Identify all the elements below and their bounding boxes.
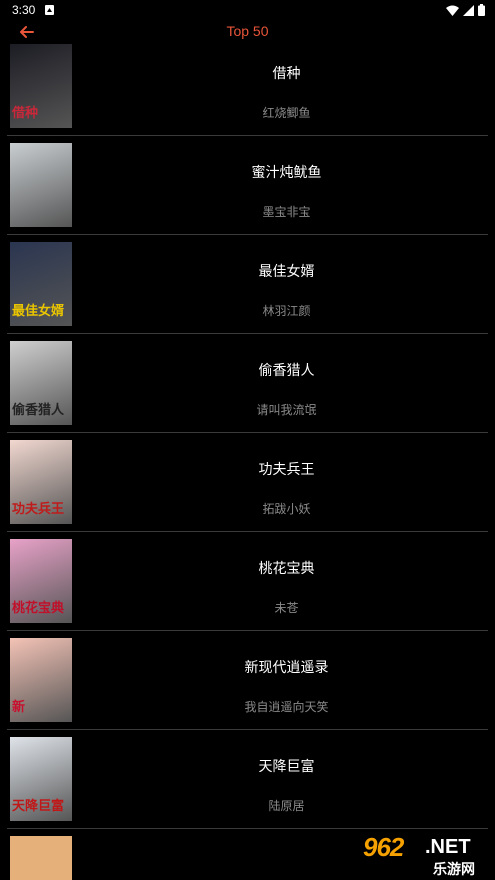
toolbar: Top 50 bbox=[0, 20, 495, 44]
battery-icon bbox=[478, 4, 485, 16]
book-row[interactable]: 功夫兵王 功夫兵王 拓跋小妖 bbox=[7, 433, 488, 532]
book-cover: 借种 bbox=[10, 44, 72, 128]
book-title: 天降巨富 bbox=[258, 759, 315, 775]
book-cover: 新 bbox=[10, 638, 72, 722]
book-row[interactable]: 新 新现代逍遥录 我自逍遥向天笑 bbox=[7, 631, 488, 730]
book-row[interactable]: 偷香猎人 偷香猎人 请叫我流氓 bbox=[7, 334, 488, 433]
book-row[interactable]: 天降巨富 天降巨富 陆原居 bbox=[7, 730, 488, 829]
book-list[interactable]: 借种 借种 红烧鲫鱼 蜜汁炖鱿鱼 墨宝非宝 最佳女婿 最佳女婿 林羽江颜 偷香猎… bbox=[0, 44, 495, 880]
cover-text: 功夫兵王 bbox=[12, 502, 65, 517]
watermark-site-name: 乐游网 bbox=[433, 862, 475, 878]
book-title: 新现代逍遥录 bbox=[244, 660, 329, 676]
status-icons bbox=[446, 4, 485, 16]
book-row[interactable]: 桃花宝典 桃花宝典 未苍 bbox=[7, 532, 488, 631]
book-title: 桃花宝典 bbox=[258, 561, 315, 577]
book-cover: 偷香猎人 bbox=[10, 341, 72, 425]
book-row[interactable]: 借种 借种 红烧鲫鱼 bbox=[7, 44, 488, 136]
book-author: 陆原居 bbox=[268, 799, 305, 813]
book-title: 蜜汁炖鱿鱼 bbox=[251, 165, 322, 181]
book-title: 偷香猎人 bbox=[258, 363, 315, 379]
page-title: Top 50 bbox=[226, 23, 269, 39]
wifi-icon bbox=[446, 5, 459, 16]
book-author: 我自逍遥向天笑 bbox=[244, 700, 329, 714]
cover-text: 桃花宝典 bbox=[12, 601, 65, 616]
book-row[interactable]: 蜜汁炖鱿鱼 墨宝非宝 bbox=[7, 136, 488, 235]
book-cover: 功夫兵王 bbox=[10, 440, 72, 524]
book-cover: 天降巨富 bbox=[10, 737, 72, 821]
site-watermark: 962 .NET 乐游网 bbox=[355, 830, 491, 880]
watermark-logo: 962 bbox=[363, 832, 404, 862]
watermark-domain: .NET bbox=[425, 836, 471, 858]
signal-icon bbox=[463, 4, 474, 16]
book-author: 拓跋小妖 bbox=[262, 502, 311, 516]
cover-text: 最佳女婿 bbox=[12, 304, 65, 319]
book-author: 墨宝非宝 bbox=[262, 205, 311, 219]
book-cover bbox=[10, 143, 72, 227]
book-cover: 桃花宝典 bbox=[10, 539, 72, 623]
book-title: 功夫兵王 bbox=[258, 462, 315, 478]
book-title: 借种 bbox=[272, 66, 301, 82]
cover-text: 偷香猎人 bbox=[12, 403, 65, 418]
status-bar: 3:30 bbox=[0, 0, 495, 20]
book-title: 最佳女婿 bbox=[258, 264, 315, 280]
book-cover bbox=[10, 836, 72, 880]
book-author: 未苍 bbox=[274, 601, 299, 615]
notification-icon bbox=[45, 5, 54, 15]
book-cover: 最佳女婿 bbox=[10, 242, 72, 326]
book-author: 林羽江颜 bbox=[262, 304, 311, 318]
cover-text: 借种 bbox=[12, 106, 39, 121]
book-author: 红烧鲫鱼 bbox=[262, 106, 311, 120]
cover-text: 新 bbox=[12, 700, 26, 715]
book-author: 请叫我流氓 bbox=[256, 403, 317, 417]
book-row[interactable]: 最佳女婿 最佳女婿 林羽江颜 bbox=[7, 235, 488, 334]
cover-text: 天降巨富 bbox=[12, 799, 65, 814]
status-time: 3:30 bbox=[12, 3, 36, 17]
